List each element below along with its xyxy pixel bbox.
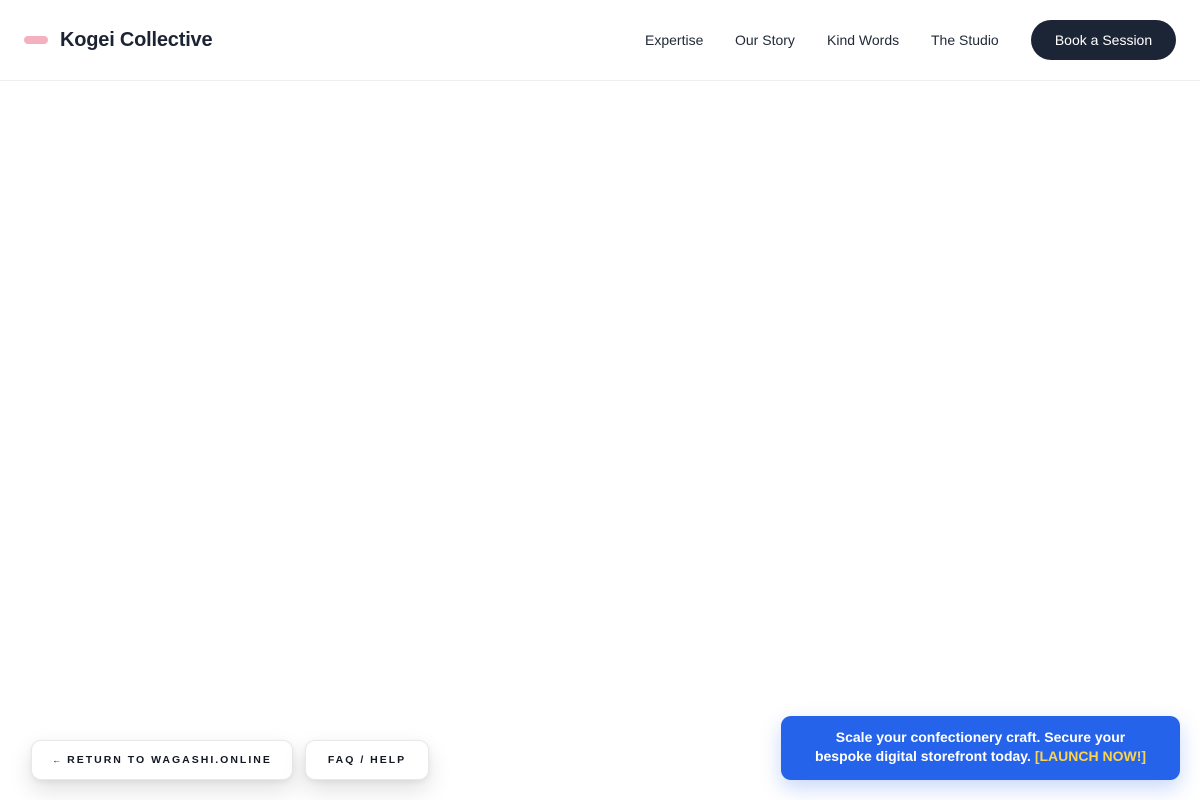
return-to-site-button[interactable]: ← RETURN TO WAGASHI.ONLINE — [31, 740, 293, 780]
main-content — [0, 81, 1200, 800]
nav-link-the-studio[interactable]: The Studio — [931, 31, 999, 49]
faq-help-button[interactable]: FAQ / HELP — [305, 740, 429, 780]
site-header: Kogei Collective Expertise Our Story Kin… — [0, 0, 1200, 81]
brand-name: Kogei Collective — [60, 28, 213, 51]
promo-line-1: Scale your confectionery craft. Secure y… — [835, 729, 1126, 745]
launch-now-link[interactable]: [LAUNCH NOW!] — [1035, 748, 1146, 764]
return-button-label: RETURN TO WAGASHI.ONLINE — [67, 754, 272, 766]
nav-link-our-story[interactable]: Our Story — [735, 31, 795, 49]
book-session-button[interactable]: Book a Session — [1031, 20, 1176, 60]
nav-link-expertise[interactable]: Expertise — [645, 31, 703, 49]
promo-line-2: bespoke digital storefront today. — [814, 748, 1031, 764]
arrow-left-icon: ← — [52, 755, 62, 765]
brand-mark-icon — [24, 36, 48, 44]
faq-button-label: FAQ / HELP — [327, 754, 407, 766]
promo-line-2-wrap: bespoke digital storefront today. [LAUNC… — [781, 747, 1180, 766]
promo-banner[interactable]: Scale your confectionery craft. Secure y… — [781, 716, 1180, 780]
brand-logo[interactable]: Kogei Collective — [24, 26, 213, 54]
nav-link-kind-words[interactable]: Kind Words — [827, 31, 899, 49]
